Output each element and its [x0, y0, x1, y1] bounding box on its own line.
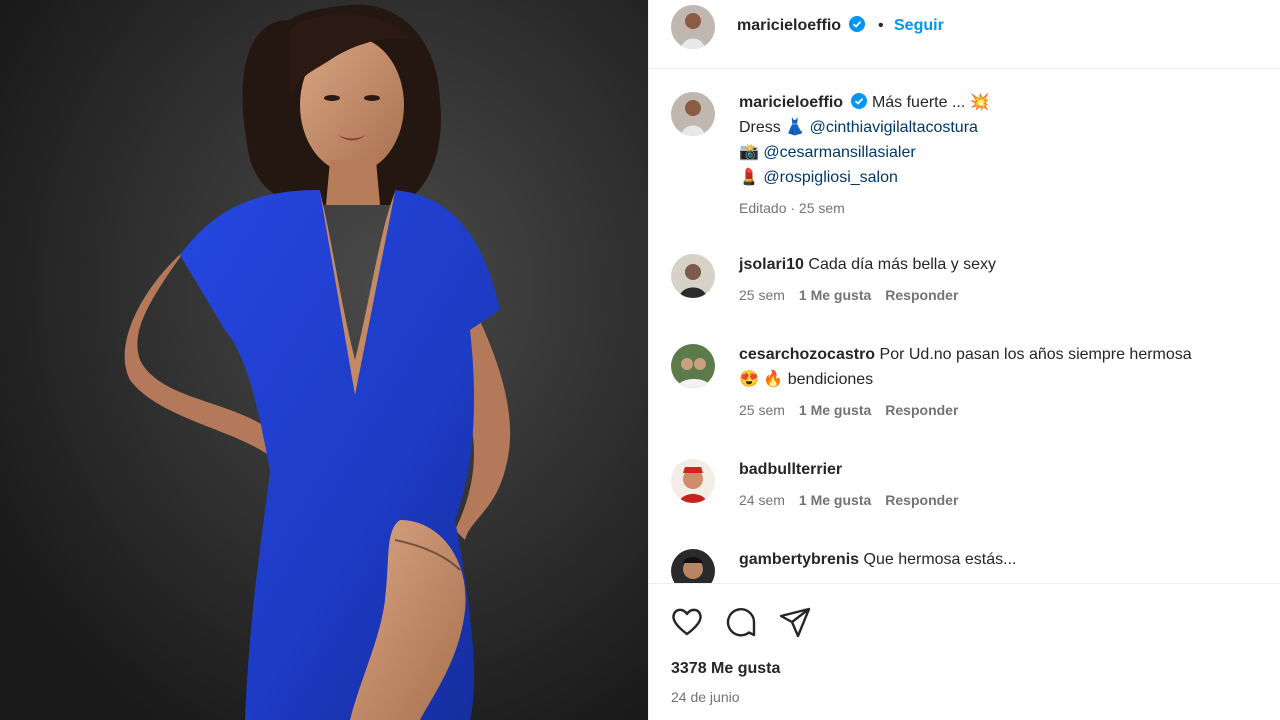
mention-link[interactable]: @rospigliosi_salon: [763, 169, 898, 186]
comment-icon[interactable]: [723, 604, 759, 640]
mention-link[interactable]: @cinthiavigilaltacostura: [810, 119, 978, 136]
comment-time: 24 sem: [739, 492, 785, 508]
commenter-avatar[interactable]: [671, 459, 715, 503]
dress-emoji: 👗: [785, 119, 806, 136]
likes-count[interactable]: 3378 Me gusta: [671, 660, 780, 678]
post-actions: 3378 Me gusta 24 de junio: [649, 583, 1280, 720]
commenter-username[interactable]: badbullterrier: [739, 461, 842, 478]
caption-text: Más fuerte ...: [871, 94, 966, 111]
post-sidebar: maricieloeffio • Seguir maricieloeffio M…: [648, 0, 1280, 720]
commenter-username[interactable]: cesarchozocastro: [739, 346, 875, 363]
verified-icon: [851, 93, 868, 109]
follow-button[interactable]: Seguir: [894, 17, 944, 34]
commenter-avatar[interactable]: [671, 254, 715, 298]
reply-button[interactable]: Responder: [885, 287, 958, 303]
comment-likes[interactable]: 1 Me gusta: [799, 492, 871, 508]
verified-icon: [849, 16, 866, 32]
comment-text: Que hermosa estás...: [863, 551, 1017, 568]
comment-text-continued: bendiciones: [787, 371, 874, 388]
commenter-username[interactable]: gambertybrenis: [739, 551, 859, 568]
post-header: maricieloeffio • Seguir: [649, 0, 1280, 69]
woman-in-blue-dress-image: [0, 0, 648, 720]
heart-icon[interactable]: [669, 604, 705, 640]
comment-time: 25 sem: [739, 402, 785, 418]
comment-likes[interactable]: 1 Me gusta: [799, 402, 871, 418]
post-photo[interactable]: [0, 0, 648, 720]
mention-link[interactable]: @cesarmansillasialer: [763, 144, 915, 161]
reply-button[interactable]: Responder: [885, 492, 958, 508]
comment-emojis: 😍 🔥: [739, 371, 784, 388]
commenter-avatar[interactable]: [671, 344, 715, 388]
comment-text: Por Ud.no pasan los años siempre hermosa: [879, 346, 1192, 363]
caption-avatar[interactable]: [671, 92, 715, 136]
share-icon[interactable]: [777, 604, 813, 640]
reply-button[interactable]: Responder: [885, 402, 958, 418]
explosion-emoji: 💥: [969, 94, 990, 111]
caption-meta: Editado · 25 sem: [739, 200, 845, 216]
commenter-avatar[interactable]: [671, 549, 715, 583]
camera-emoji: 📸: [739, 144, 759, 161]
comment-time: 25 sem: [739, 287, 785, 303]
author-avatar[interactable]: [671, 5, 715, 49]
separator-dot: •: [877, 17, 884, 34]
caption-dress-label: Dress: [739, 119, 781, 136]
lipstick-emoji: 💄: [739, 169, 759, 186]
comment-likes[interactable]: 1 Me gusta: [799, 287, 871, 303]
comment-text: Cada día más bella y sexy: [808, 256, 997, 273]
commenter-username[interactable]: jsolari10: [739, 256, 804, 273]
caption-username[interactable]: maricieloeffio: [739, 94, 843, 111]
comments-list[interactable]: maricieloeffio Más fuerte ... 💥 Dress 👗 …: [649, 70, 1280, 583]
author-username[interactable]: maricieloeffio: [737, 17, 841, 34]
post-date[interactable]: 24 de junio: [671, 689, 740, 705]
